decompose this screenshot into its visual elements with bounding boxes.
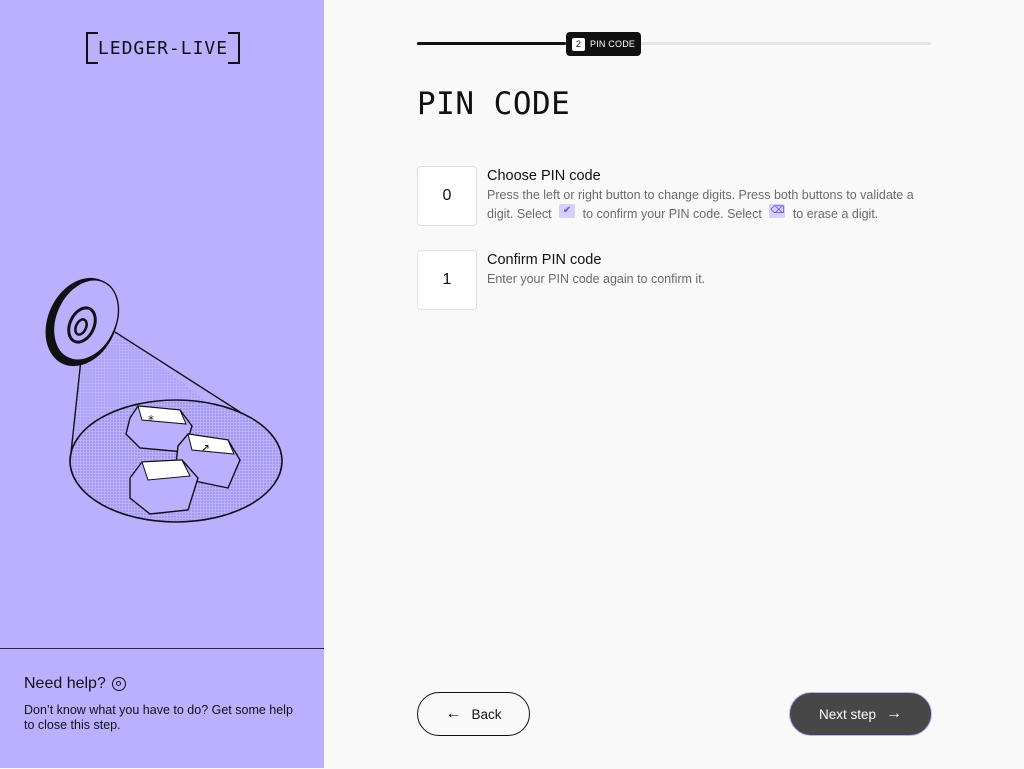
ledger-live-logo: LEDGER-LIVE	[84, 30, 242, 66]
next-step-button-label: Next step	[818, 706, 877, 722]
progress-bar	[417, 42, 931, 45]
back-button[interactable]: ← Back	[417, 692, 530, 736]
arrow-right-icon: →	[886, 705, 903, 722]
page-title: PIN CODE	[417, 86, 571, 122]
step-number-box: 1	[417, 250, 477, 310]
step-choose-pin: 0 Choose PIN code Press the left or righ…	[417, 166, 931, 226]
help-text: Don’t know what you have to do? Get some…	[24, 703, 293, 732]
logo-text: LEDGER-LIVE	[97, 38, 229, 59]
step-description-part3: to erase a digit.	[792, 207, 879, 221]
help-panel: Need help? Don’t know what you have to d…	[0, 648, 324, 769]
svg-text:↗: ↗	[200, 441, 210, 455]
svg-text:*: *	[148, 413, 154, 427]
next-step-button[interactable]: Next step →	[789, 692, 932, 736]
check-icon: ✔	[559, 203, 576, 218]
backspace-icon: ⌫	[769, 203, 786, 218]
step-description: Press the left or right button to change…	[487, 186, 931, 224]
lifebuoy-icon	[111, 677, 126, 691]
step-title: Confirm PIN code	[487, 252, 602, 268]
step-number-box: 0	[417, 166, 477, 226]
step-description-part2: to confirm your PIN code. Select	[582, 207, 762, 221]
arrow-left-icon: ←	[445, 705, 462, 722]
progress-fill	[417, 42, 567, 45]
main-content: 2 PIN CODE PIN CODE 0 Choose PIN code Pr…	[324, 0, 1024, 768]
step-badge-label: PIN CODE	[590, 39, 636, 49]
help-title[interactable]: Need help?	[24, 675, 126, 693]
back-button-label: Back	[471, 706, 502, 722]
step-confirm-pin: 1 Confirm PIN code Enter your PIN code a…	[417, 250, 931, 310]
step-description: Enter your PIN code again to confirm it.	[487, 272, 706, 286]
step-badge: 2 PIN CODE	[566, 32, 642, 56]
device-keys-illustration: * ↗	[45, 277, 283, 523]
help-title-text: Need help?	[24, 675, 106, 692]
step-badge-number: 2	[572, 37, 585, 51]
step-title: Choose PIN code	[487, 168, 601, 184]
sidebar: LEDGER-LIVE * ↗ Need help? Don’t know wh…	[0, 0, 324, 768]
